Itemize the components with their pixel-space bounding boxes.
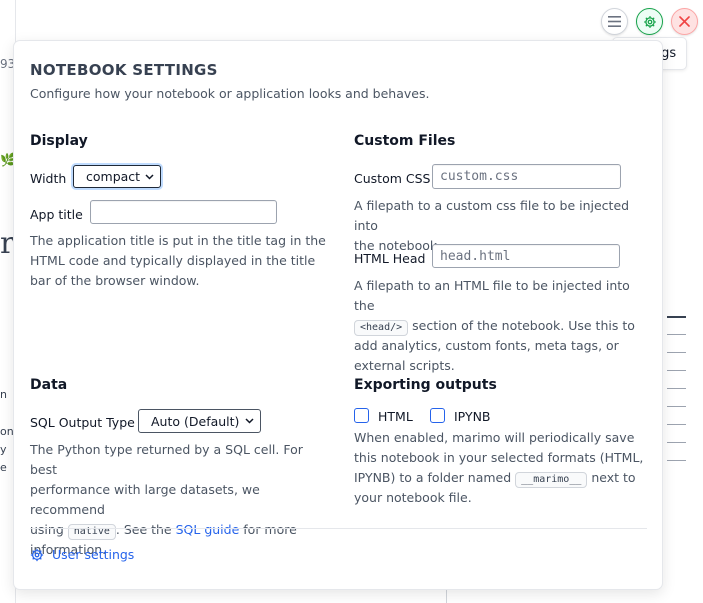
sql-output-type-select[interactable]: Auto (Default) (138, 409, 261, 433)
background-fragment-line-3: y (0, 443, 7, 456)
sql-guide-link[interactable]: SQL guide (176, 522, 240, 537)
panel-subtitle: Configure how your notebook or applicati… (30, 86, 430, 101)
app-title-input[interactable] (90, 200, 277, 224)
html-head-input[interactable]: head.html (432, 244, 620, 268)
custom-css-input[interactable]: custom.css (432, 164, 621, 189)
gear-icon (30, 548, 44, 561)
width-select[interactable]: compact (73, 165, 161, 188)
exporting-description: When enabled, marimo will periodically s… (354, 430, 644, 505)
display-heading: Display (30, 133, 88, 149)
panel-title: NOTEBOOK SETTINGS (30, 61, 218, 79)
custom-css-label: Custom CSS (354, 171, 431, 186)
close-icon (679, 16, 690, 27)
marimo-folder-code-badge: __marimo__ (515, 472, 588, 488)
app-title-label: App title (30, 207, 83, 222)
background-fragment-line-2: on (0, 425, 14, 438)
hamburger-menu-icon (608, 16, 621, 27)
menu-button[interactable] (601, 8, 628, 35)
ipynb-export-label[interactable]: IPYNB (454, 409, 491, 424)
background-fragment-line-1: n (0, 388, 7, 401)
gear-icon (643, 15, 656, 28)
background-column-divider (446, 590, 447, 603)
sql-output-type-value: Auto (Default) (151, 413, 240, 429)
native-code-badge: native (67, 524, 116, 540)
app-title-description: The application title is put in the titl… (30, 233, 326, 288)
custom-files-heading: Custom Files (354, 133, 456, 149)
background-fragment-line-4: e (0, 461, 7, 474)
user-settings-link[interactable]: User settings (30, 547, 134, 562)
sql-output-description: The Python type returned by a SQL cell. … (30, 442, 303, 557)
html-export-label[interactable]: HTML (378, 409, 413, 424)
close-button[interactable] (671, 8, 698, 35)
width-label: Width (30, 171, 67, 186)
settings-button[interactable] (636, 8, 663, 35)
exporting-outputs-heading: Exporting outputs (354, 377, 497, 393)
data-heading: Data (30, 377, 68, 393)
html-head-description: A filepath to an HTML file to be injecte… (354, 278, 635, 373)
sql-output-type-label: SQL Output Type (30, 415, 135, 430)
head-code-badge: <head/> (354, 320, 409, 336)
html-export-checkbox[interactable] (354, 408, 369, 423)
background-outline-ticks (667, 316, 686, 478)
user-settings-label[interactable]: User settings (52, 547, 134, 562)
ipynb-export-checkbox[interactable] (430, 408, 445, 423)
footer-divider (30, 528, 647, 529)
chevron-down-icon (145, 173, 154, 180)
html-head-label: HTML Head (354, 251, 426, 266)
width-select-value: compact (86, 169, 141, 184)
chevron-down-icon (245, 418, 254, 424)
notebook-settings-panel: NOTEBOOK SETTINGS Configure how your not… (13, 40, 663, 590)
